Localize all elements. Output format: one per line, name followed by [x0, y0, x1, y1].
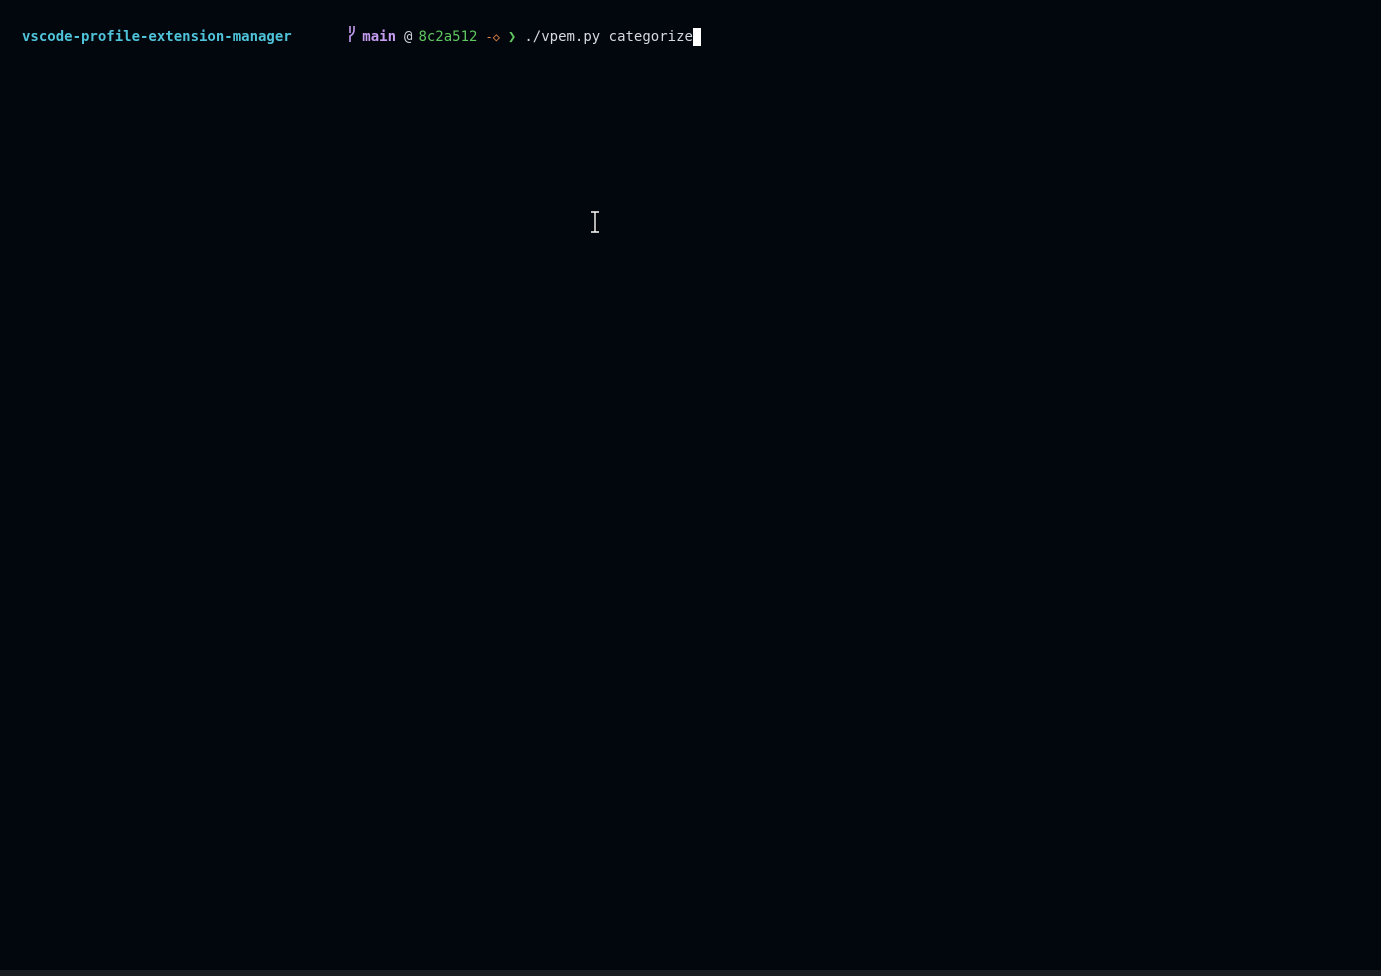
- text-cursor-icon: [589, 210, 601, 234]
- prompt-directory: vscode-profile-extension-manager: [22, 29, 292, 45]
- command-input[interactable]: ./vpem.py categorize: [524, 27, 693, 47]
- terminal-window[interactable]: vscode-profile-extension-manager main @ …: [0, 0, 1381, 970]
- text-cursor-icon-svg: [591, 210, 599, 234]
- prompt-line: vscode-profile-extension-manager main @ …: [22, 26, 701, 47]
- window-bottom-border: [0, 970, 1381, 976]
- prompt-arrow: ❯: [507, 29, 517, 45]
- prompt-branch: main: [362, 29, 397, 45]
- prompt-commit-hash: 8c2a512: [418, 29, 478, 45]
- prompt-at: @: [404, 29, 413, 45]
- git-branch-icon: [298, 5, 357, 69]
- text-caret: [692, 28, 701, 46]
- prompt-git-status: -◇: [485, 30, 500, 44]
- git-branch-icon-svg: [349, 26, 356, 42]
